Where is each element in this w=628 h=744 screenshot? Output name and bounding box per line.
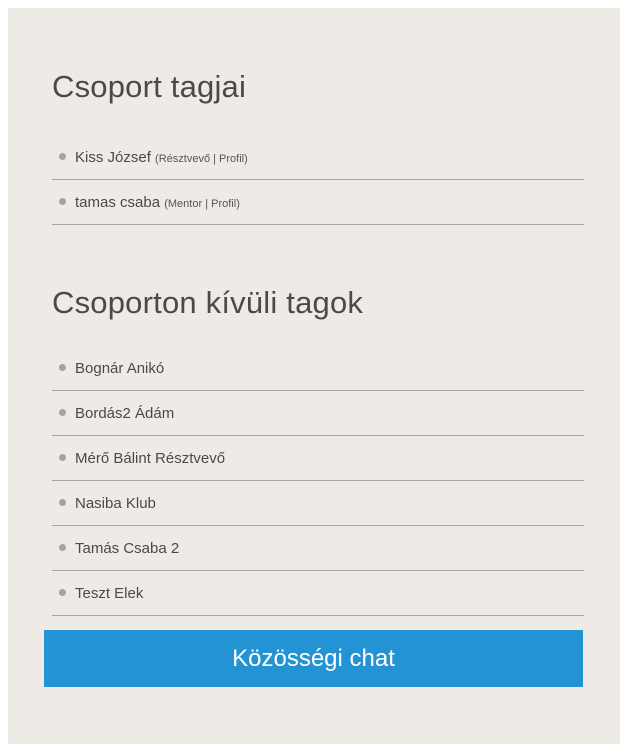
community-chat-button[interactable]: Közösségi chat [44, 630, 583, 687]
member-name: Kiss József [75, 149, 151, 166]
member-name: Bognár Anikó [75, 360, 165, 377]
member-role: Résztvevő [158, 153, 211, 165]
list-item: Tamás Csaba 2 [52, 526, 584, 571]
list-item: tamas csaba (Mentor | Profil) [52, 180, 584, 225]
member-name: Mérő Bálint Résztvevő [75, 450, 226, 467]
list-item: Bognár Anikó [52, 346, 584, 391]
member-name: Nasiba Klub [75, 495, 156, 512]
bullet-dot-icon [59, 498, 66, 506]
member-name: Teszt Elek [75, 585, 144, 602]
member-meta: (Mentor | Profil) [164, 198, 240, 210]
bullet-dot-icon [59, 588, 66, 596]
list-item: Nasiba Klub [52, 481, 584, 526]
bullet-dot-icon [59, 197, 66, 205]
profile-link[interactable]: Profil [219, 153, 244, 165]
bullet-dot-icon [59, 152, 66, 160]
bullet-dot-icon [59, 363, 66, 371]
list-item: Teszt Elek [52, 571, 584, 616]
list-item: Mérő Bálint Résztvevő [52, 436, 584, 481]
member-name: Bordás2 Ádám [75, 405, 175, 422]
member-meta: (Résztvevő | Profil) [155, 153, 248, 165]
list-item: Kiss József (Résztvevő | Profil) [52, 135, 584, 180]
outside-members-list: Bognár Anikó Bordás2 Ádám Mérő Bálint Ré… [52, 346, 584, 616]
member-name: Tamás Csaba 2 [75, 540, 180, 557]
group-members-list: Kiss József (Résztvevő | Profil) tamas c… [52, 135, 584, 225]
bullet-dot-icon [59, 408, 66, 416]
member-name: tamas csaba [75, 194, 161, 211]
group-members-title: Csoport tagjai [52, 69, 247, 104]
member-role: Mentor [167, 198, 203, 210]
bullet-dot-icon [59, 453, 66, 461]
outside-members-title: Csoporton kívüli tagok [52, 285, 364, 320]
bullet-dot-icon [59, 543, 66, 551]
profile-link[interactable]: Profil [211, 198, 236, 210]
list-item: Bordás2 Ádám [52, 391, 584, 436]
